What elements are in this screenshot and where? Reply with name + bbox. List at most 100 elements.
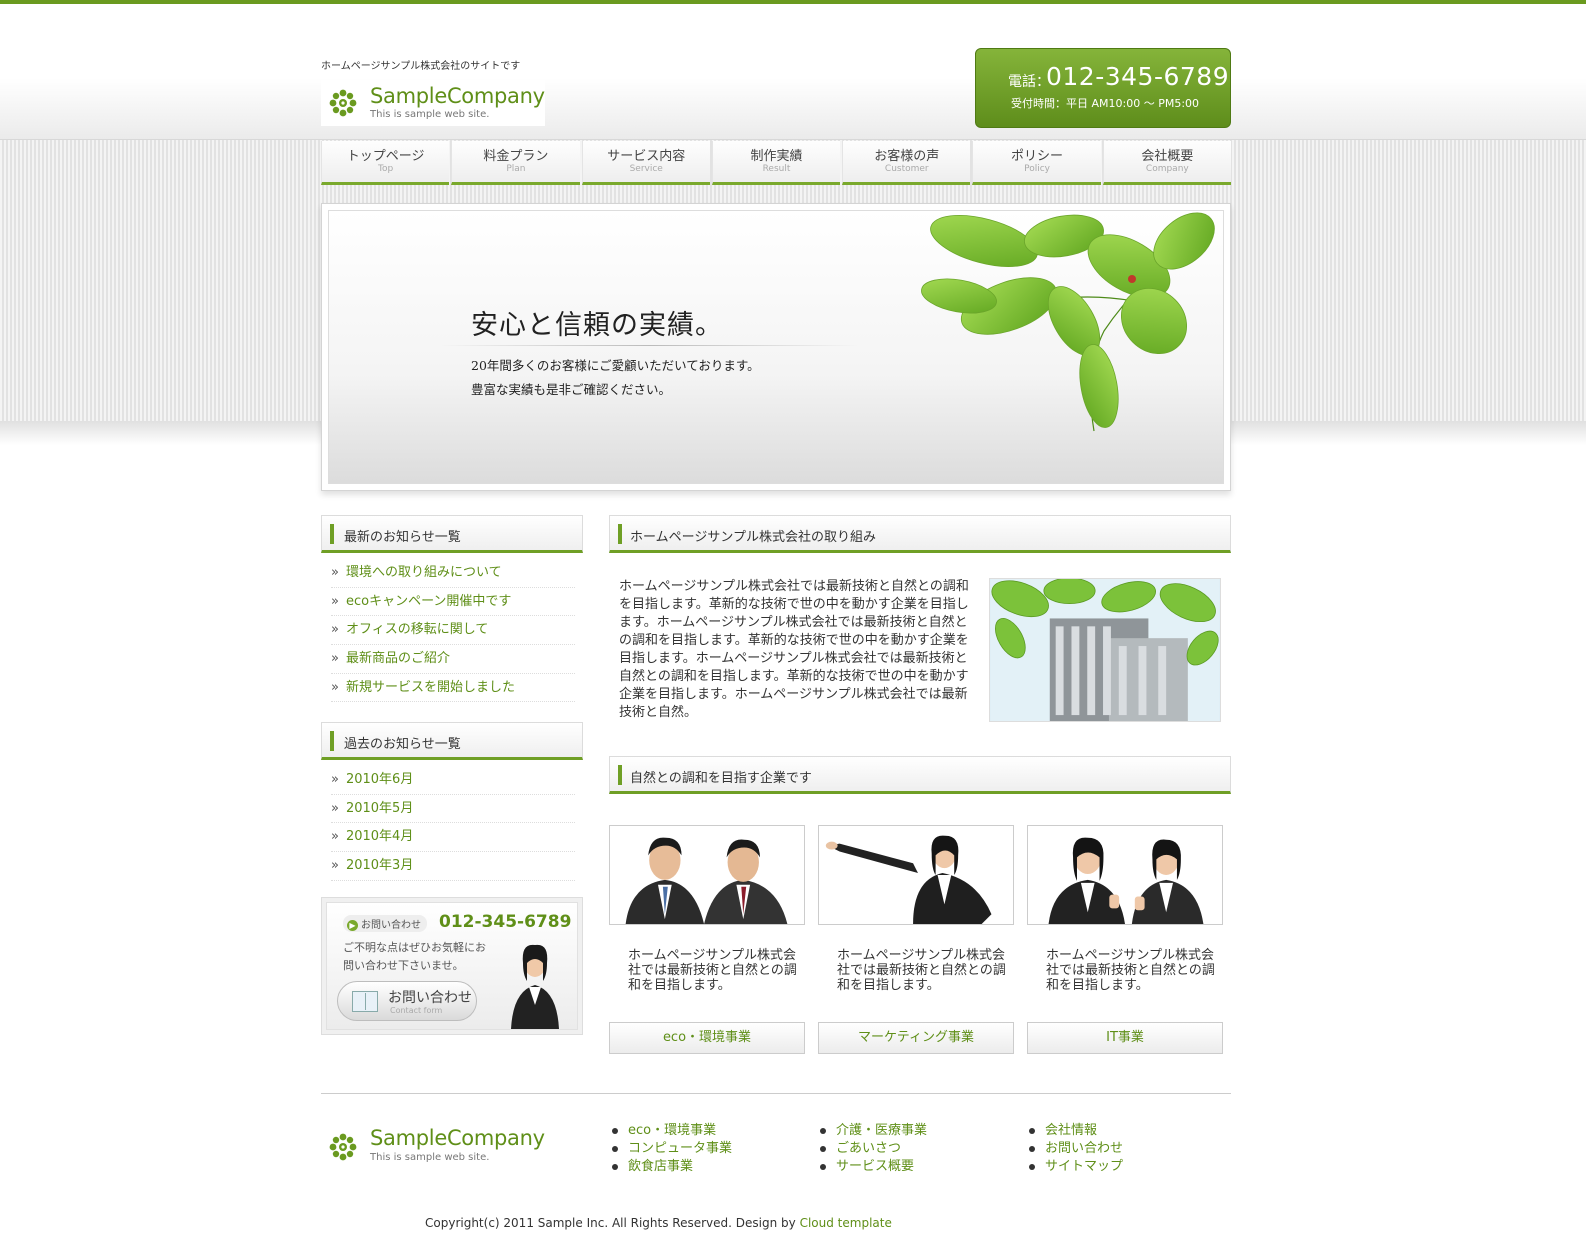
contact-label-text: お問い合わせ: [361, 920, 421, 931]
card-description: ホームページサンプル株式会社では最新技術と自然との調和を目指します。: [1046, 948, 1215, 993]
list-item[interactable]: 新規サービスを開始しました: [331, 674, 575, 703]
nav-item-policy[interactable]: ポリシー Policy: [972, 141, 1101, 185]
footer-link[interactable]: ごあいさつ: [818, 1140, 927, 1158]
nav-item-result[interactable]: 制作実績 Result: [711, 141, 841, 185]
nav-label: ポリシー: [1011, 149, 1064, 164]
list-item[interactable]: 2010年6月: [331, 766, 575, 795]
page-container: ホームページサンプル株式会社のサイトです SampleCompany This …: [321, 0, 1231, 1250]
footer-links-col2: 介護・医療事業 ごあいさつ サービス概要: [818, 1122, 927, 1176]
building-leaves-image: [989, 578, 1221, 722]
latest-news-list: 環境への取り組みについて ecoキャンペーン開催中です オフィスの移転に関して …: [331, 559, 575, 703]
phone-number: 012-345-6789: [1046, 62, 1230, 91]
business-hours: 受付時間：平日 AM10:00 〜 PM5:00: [1011, 97, 1200, 110]
section-title: ホームページサンプル株式会社の取り組み: [630, 530, 876, 545]
nav-sublabel: Plan: [506, 164, 526, 174]
intro-paragraph: ホームページサンプル株式会社では最新技術と自然との調和を目指します。革新的な技術…: [619, 579, 969, 720]
site-tagline: ホームページサンプル株式会社のサイトです: [321, 61, 521, 72]
nav-label: サービス内容: [607, 149, 686, 164]
eco-business-button[interactable]: eco・環境事業: [609, 1022, 805, 1054]
contact-banner-inner: ▶ お問い合わせ 012-345-6789 ご不明な点はぜひお気軽にお問い合わせ下…: [326, 902, 578, 1030]
nav-item-customer[interactable]: お客様の声 Customer: [842, 141, 971, 185]
contact-button-sublabel: Contact form: [390, 1006, 443, 1015]
footer-link[interactable]: 飲食店事業: [610, 1158, 732, 1176]
nav-sublabel: Policy: [1024, 164, 1050, 174]
contact-form-button[interactable]: お問い合わせ Contact form: [337, 981, 477, 1021]
list-item[interactable]: 2010年3月: [331, 852, 575, 881]
section-header: 自然との調和を目指す企業です: [609, 756, 1231, 794]
nav-label: お客様の声: [874, 149, 940, 164]
footer-link[interactable]: 介護・医療事業: [818, 1122, 927, 1140]
nav-label: 会社概要: [1141, 149, 1194, 164]
nav-item-top[interactable]: トップページ Top: [321, 141, 450, 185]
arrow-right-icon: ▶: [347, 920, 358, 931]
copyright-text: Copyright(c) 2011 Sample Inc. All Rights…: [425, 1216, 796, 1230]
ladybug-icon: [1128, 275, 1136, 283]
businessmen-photo: [609, 825, 805, 925]
flower-logo-icon: [329, 89, 357, 117]
nav-label: 制作実績: [750, 149, 803, 164]
nav-sublabel: Company: [1145, 164, 1189, 174]
list-item[interactable]: 環境への取り組みについて: [331, 559, 575, 588]
nav-sublabel: Result: [762, 164, 791, 174]
pointing-woman-photo: [818, 825, 1014, 925]
card-description: ホームページサンプル株式会社では最新技術と自然との調和を目指します。: [628, 948, 797, 993]
nav-sublabel: Top: [378, 164, 394, 174]
archive-list: 2010年6月 2010年5月 2010年4月 2010年3月: [331, 766, 575, 881]
businesswomen-thumbsup-photo: [1027, 825, 1223, 925]
contact-button-label: お問い合わせ: [388, 990, 472, 1006]
latest-news-title: 最新のお知らせ一覧: [344, 530, 461, 545]
marketing-business-button[interactable]: マーケティング事業: [818, 1022, 1014, 1054]
section-header: ホームページサンプル株式会社の取り組み: [609, 515, 1231, 553]
footer-links-col1: eco・環境事業 コンピュータ事業 飲食店事業: [610, 1122, 732, 1176]
footer-logo[interactable]: SampleCompany This is sample web site.: [321, 1122, 545, 1168]
nav-label: トップページ: [346, 149, 425, 164]
footer-link[interactable]: お問い合わせ: [1027, 1140, 1123, 1158]
nav-label: 料金プラン: [483, 149, 549, 164]
list-item[interactable]: ecoキャンペーン開催中です: [331, 588, 575, 617]
list-item[interactable]: オフィスの移転に関して: [331, 616, 575, 646]
section-title: 自然との調和を目指す企業です: [630, 771, 812, 786]
copyright: Copyright(c) 2011 Sample Inc. All Rights…: [425, 1216, 892, 1230]
site-logo[interactable]: SampleCompany This is sample web site.: [321, 80, 545, 126]
businesswoman-image: [511, 944, 559, 1029]
list-item[interactable]: 最新商品のご紹介: [331, 645, 575, 674]
design-credit-link[interactable]: Cloud template: [800, 1216, 892, 1230]
footer-links-col3: 会社情報 お問い合わせ サイトマップ: [1027, 1122, 1123, 1176]
phone-label: 電話：: [1008, 74, 1050, 90]
phone-box: 電話： 012-345-6789 受付時間：平日 AM10:00 〜 PM5:0…: [975, 48, 1231, 128]
nav-item-plan[interactable]: 料金プラン Plan: [451, 141, 580, 185]
card-description: ホームページサンプル株式会社では最新技術と自然との調和を目指します。: [837, 948, 1006, 993]
archive-title: 過去のお知らせ一覧: [344, 737, 461, 752]
nav-item-service[interactable]: サービス内容 Service: [581, 141, 710, 185]
contact-banner: ▶ お問い合わせ 012-345-6789 ご不明な点はぜひお気軽にお問い合わせ下…: [321, 897, 583, 1035]
hero-divider: [439, 345, 859, 346]
footer-link[interactable]: 会社情報: [1027, 1122, 1123, 1140]
footer-divider: [321, 1093, 1231, 1094]
it-business-button[interactable]: IT事業: [1027, 1022, 1223, 1054]
footer-link[interactable]: eco・環境事業: [610, 1122, 732, 1140]
footer-link[interactable]: サービス概要: [818, 1158, 927, 1176]
green-leaves-image: [921, 212, 1215, 432]
footer-logo-subtitle: This is sample web site.: [370, 1152, 490, 1163]
latest-news-header: 最新のお知らせ一覧: [321, 515, 583, 553]
book-icon: [352, 991, 378, 1012]
footer-link[interactable]: サイトマップ: [1027, 1158, 1123, 1176]
hero-inner: 安心と信頼の実績。 20年間多くのお客様にご愛顧いただいております。 豊富な実績…: [328, 210, 1224, 484]
nav-sublabel: Service: [629, 164, 663, 174]
footer-link[interactable]: コンピュータ事業: [610, 1140, 732, 1158]
hero-banner: 安心と信頼の実績。 20年間多くのお客様にご愛顧いただいております。 豊富な実績…: [321, 203, 1231, 491]
footer-logo-name: SampleCompany: [370, 1126, 545, 1150]
list-item[interactable]: 2010年5月: [331, 795, 575, 824]
hero-text-line-1: 20年間多くのお客様にご愛顧いただいております。: [471, 358, 760, 373]
archive-header: 過去のお知らせ一覧: [321, 722, 583, 760]
hero-title: 安心と信頼の実績。: [471, 310, 723, 341]
flower-logo-icon: [329, 1133, 357, 1161]
contact-phone: 012-345-6789: [439, 912, 572, 932]
nav-sublabel: Customer: [884, 164, 929, 174]
logo-name: SampleCompany: [370, 84, 545, 108]
global-nav: トップページ Top 料金プラン Plan サービス内容 Service 制作実績 Re…: [321, 141, 1231, 185]
hero-text-line-2: 豊富な実績も是非ご確認ください。: [471, 382, 672, 397]
contact-label: ▶ お問い合わせ: [343, 915, 427, 932]
nav-item-company[interactable]: 会社概要 Company: [1102, 141, 1231, 185]
list-item[interactable]: 2010年4月: [331, 823, 575, 853]
